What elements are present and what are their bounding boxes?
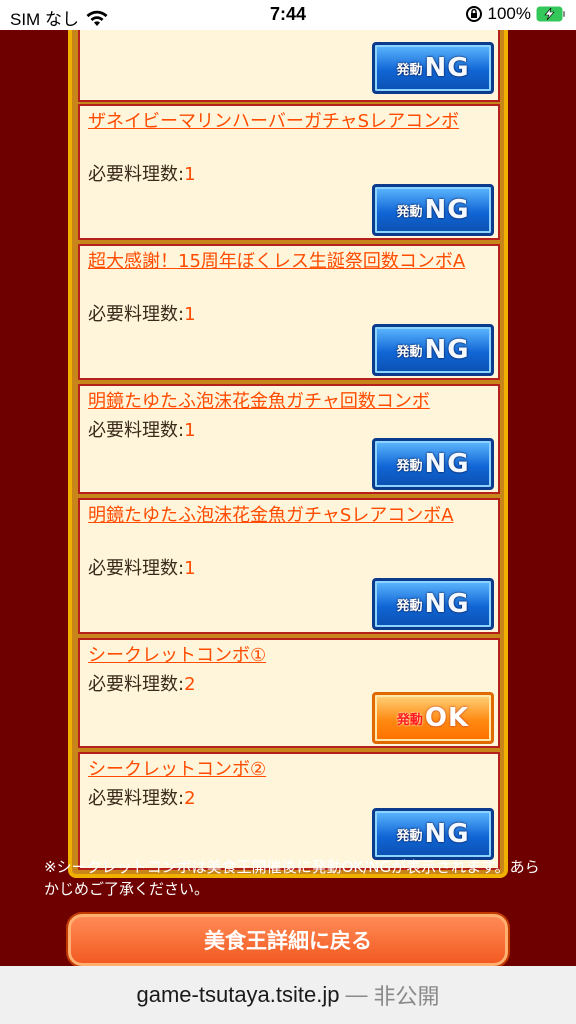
button-status-label: NG [424,53,470,83]
required-label: 必要料理数: [88,420,185,441]
required-value: 2 [184,674,196,695]
activate-ng-button[interactable]: 発動 NG [372,578,494,630]
status-right: 100% [465,4,566,24]
button-activate-label: 発動 [396,62,423,78]
back-to-detail-button[interactable]: 美食王詳細に戻る [68,914,508,966]
battery-charging-icon [536,6,565,22]
button-status-label: NG [424,449,470,479]
required-count: 必要料理数:1 [88,160,196,186]
combo-link[interactable]: 明鏡たゆたふ泡沫花金魚ガチャ回数コンボ [88,390,488,414]
combo-link[interactable]: 超大感謝！15周年ぼくレス生誕祭回数コンボA [88,250,488,274]
required-value: 1 [184,558,196,579]
button-activate-label: 発動 [396,828,423,844]
button-status-label: OK [424,703,470,733]
combo-link[interactable]: 明鏡たゆたふ泡沫花金魚ガチャSレアコンボA [88,504,488,528]
required-count: 必要料理数:1 [88,300,196,326]
secret-combo-note: ※シークレットコンボは美食王開催後に発動OK/NGが表示されます。あらかじめご了… [44,858,540,898]
activate-ng-button[interactable]: 発動 NG [372,808,494,860]
status-bar: SIM なし 7:44 100% [0,0,576,30]
required-count: 必要料理数:1 [88,554,196,580]
required-label: 必要料理数: [88,164,185,185]
required-label: 必要料理数: [88,304,185,325]
url-visibility: 非公開 [373,984,440,1009]
button-status-label: NG [424,819,470,849]
combo-card: シークレットコンボ① 必要料理数:2 発動 OK [78,638,500,748]
button-status-label: NG [424,195,470,225]
combo-card: シークレットコンボ② 必要料理数:2 発動 NG [78,752,500,870]
required-count: 必要料理数:1 [88,416,196,442]
activate-ok-button[interactable]: 発動 OK [372,692,494,744]
button-activate-label: 発動 [396,458,423,474]
url-bar[interactable]: game-tsutaya.tsite.jp — 非公開 [0,966,576,1024]
combo-link[interactable]: シークレットコンボ① [88,644,488,668]
required-value: 2 [184,788,196,809]
button-status-label: NG [424,589,470,619]
combo-panel: 発動 NG ザネイビーマリンハーバーガチャSレアコンボ 必要料理数:1 発動 N… [68,30,508,878]
combo-card: ザネイビーマリンハーバーガチャSレアコンボ 必要料理数:1 発動 NG [78,104,500,240]
required-count: 必要料理数:2 [88,670,196,696]
required-value: 1 [184,420,196,441]
required-value: 1 [184,164,196,185]
combo-card: 発動 NG [78,30,500,102]
page-content: 発動 NG ザネイビーマリンハーバーガチャSレアコンボ 必要料理数:1 発動 N… [0,30,576,966]
activate-ng-button[interactable]: 発動 NG [372,324,494,376]
combo-card: 超大感謝！15周年ぼくレス生誕祭回数コンボA 必要料理数:1 発動 NG [78,244,500,380]
button-status-label: NG [424,335,470,365]
button-activate-label: 発動 [396,344,423,360]
button-activate-label: 発動 [396,204,423,220]
required-count: 必要料理数:2 [88,784,196,810]
combo-card: 明鏡たゆたふ泡沫花金魚ガチャSレアコンボA 必要料理数:1 発動 NG [78,498,500,634]
required-label: 必要料理数: [88,674,185,695]
combo-card: 明鏡たゆたふ泡沫花金魚ガチャ回数コンボ 必要料理数:1 発動 NG [78,384,500,494]
button-activate-label: 発動 [396,712,423,728]
required-label: 必要料理数: [88,788,185,809]
combo-link[interactable]: シークレットコンボ② [88,758,488,782]
activate-ng-button[interactable]: 発動 NG [372,42,494,94]
url-domain: game-tsutaya.tsite.jp [136,982,340,1007]
battery-percent: 100% [487,4,531,23]
url-separator: — [345,982,368,1007]
rotation-lock-icon [465,6,482,22]
button-activate-label: 発動 [396,598,423,614]
required-label: 必要料理数: [88,558,185,579]
required-value: 1 [184,304,196,325]
activate-ng-button[interactable]: 発動 NG [372,438,494,490]
activate-ng-button[interactable]: 発動 NG [372,184,494,236]
combo-link[interactable]: ザネイビーマリンハーバーガチャSレアコンボ [88,110,488,134]
